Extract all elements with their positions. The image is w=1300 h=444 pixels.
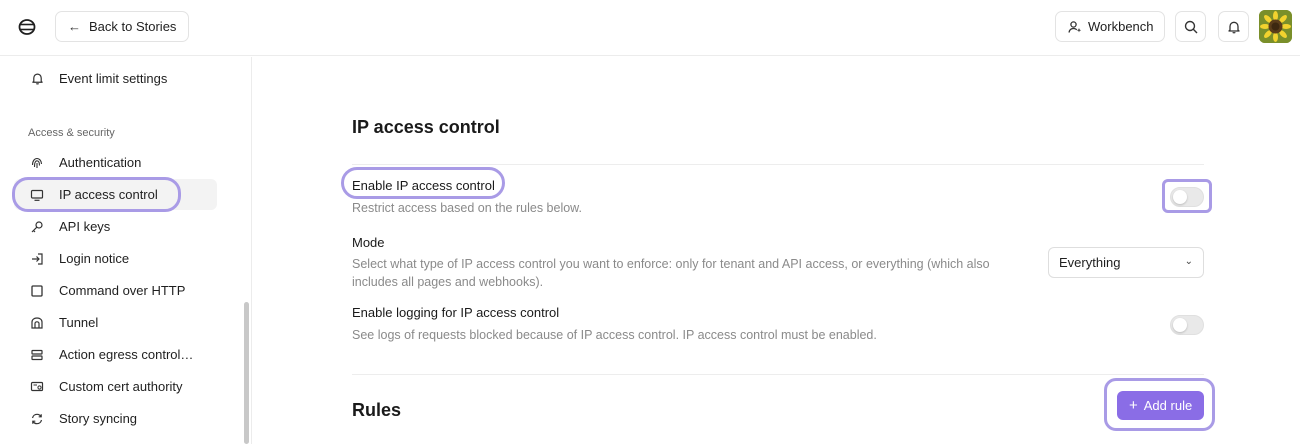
mode-desc-line1: Select what type of IP access control yo… bbox=[352, 257, 990, 271]
rules-title: Rules bbox=[352, 400, 402, 420]
sidebar-item-label: IP access control bbox=[59, 187, 158, 202]
plus-icon: + bbox=[1129, 397, 1138, 414]
back-button-label: Back to Stories bbox=[89, 19, 177, 34]
enable-ip-access-desc: Restrict access based on the rules below… bbox=[352, 201, 582, 215]
sidebar-scrollbar-thumb[interactable] bbox=[244, 302, 249, 444]
sunflower-icon bbox=[1259, 10, 1292, 43]
fingerprint-icon bbox=[30, 156, 44, 170]
sidebar-item-action-egress-control[interactable]: Action egress control… bbox=[14, 339, 217, 370]
mode-title: Mode bbox=[352, 235, 385, 250]
enable-logging-toggle[interactable] bbox=[1170, 315, 1204, 335]
add-rule-label: Add rule bbox=[1143, 398, 1193, 413]
page-title: IP access control bbox=[352, 117, 500, 137]
top-bar: ← Back to Stories Workbench bbox=[0, 0, 1300, 56]
sidebar-item-label: Custom cert authority bbox=[59, 379, 183, 394]
monitor-icon bbox=[30, 188, 44, 202]
sidebar-item-custom-cert-authority[interactable]: Custom cert authority bbox=[14, 371, 217, 402]
sidebar-item-api-keys[interactable]: API keys bbox=[14, 211, 217, 242]
search-icon bbox=[1184, 20, 1197, 33]
sidebar-item-label: Story syncing bbox=[59, 411, 138, 426]
certificate-icon bbox=[30, 380, 44, 394]
bell-icon bbox=[30, 72, 44, 86]
toggle-knob bbox=[1173, 318, 1187, 332]
user-avatar[interactable] bbox=[1259, 10, 1292, 43]
tunnel-icon bbox=[30, 316, 44, 330]
add-rule-button[interactable]: + Add rule bbox=[1117, 391, 1204, 420]
logging-desc: See logs of requests blocked because of … bbox=[352, 328, 877, 342]
notifications-button[interactable] bbox=[1218, 11, 1249, 42]
sidebar-item-label: Action egress control… bbox=[59, 347, 194, 362]
workbench-button[interactable]: Workbench bbox=[1055, 11, 1165, 42]
workbench-label: Workbench bbox=[1088, 19, 1154, 34]
back-to-stories-button[interactable]: ← Back to Stories bbox=[55, 11, 189, 42]
key-icon bbox=[30, 220, 44, 234]
app-logo-icon[interactable] bbox=[17, 17, 37, 37]
workbench-icon bbox=[1068, 20, 1082, 33]
title-divider bbox=[352, 164, 1204, 165]
sidebar-item-label: Event limit settings bbox=[59, 71, 168, 86]
bell-icon bbox=[1227, 21, 1240, 33]
mode-desc-line2: includes all pages and webhooks). bbox=[352, 275, 544, 289]
rules-divider bbox=[352, 374, 1204, 375]
sidebar-item-label: Login notice bbox=[59, 251, 130, 266]
logging-title: Enable logging for IP access control bbox=[352, 305, 560, 320]
sidebar-item-story-syncing[interactable]: Story syncing bbox=[14, 403, 217, 434]
sidebar-item-login-notice[interactable]: Login notice bbox=[14, 243, 217, 274]
sidebar-item-authentication[interactable]: Authentication bbox=[14, 147, 217, 178]
sidebar-item-label: Tunnel bbox=[59, 315, 99, 330]
login-icon bbox=[30, 252, 44, 266]
square-icon bbox=[30, 284, 44, 298]
enable-ip-access-toggle[interactable] bbox=[1170, 187, 1204, 207]
sidebar-item-label: Command over HTTP bbox=[59, 283, 186, 298]
sidebar-item-label: API keys bbox=[59, 219, 111, 234]
arrow-left-icon: ← bbox=[68, 19, 81, 34]
settings-sidebar: Event limit settings Access & security A… bbox=[0, 57, 252, 444]
enable-ip-access-title: Enable IP access control bbox=[352, 178, 495, 193]
server-icon bbox=[30, 348, 44, 362]
sidebar-item-label: Authentication bbox=[59, 155, 142, 170]
mode-select[interactable]: Everything ⌄ bbox=[1048, 247, 1204, 278]
sidebar-item-event-limit-settings[interactable]: Event limit settings bbox=[14, 63, 217, 94]
sidebar-item-ip-access-control[interactable]: IP access control bbox=[14, 179, 217, 210]
search-button[interactable] bbox=[1175, 11, 1206, 42]
chevron-down-icon: ⌄ bbox=[1184, 256, 1193, 267]
mode-select-value: Everything bbox=[1059, 255, 1121, 270]
sidebar-item-tunnel[interactable]: Tunnel bbox=[14, 307, 217, 338]
sidebar-item-command-over-http[interactable]: Command over HTTP bbox=[14, 275, 217, 306]
section-label-access-security: Access & security bbox=[28, 127, 115, 139]
sync-icon bbox=[30, 412, 44, 426]
toggle-knob bbox=[1173, 190, 1187, 204]
